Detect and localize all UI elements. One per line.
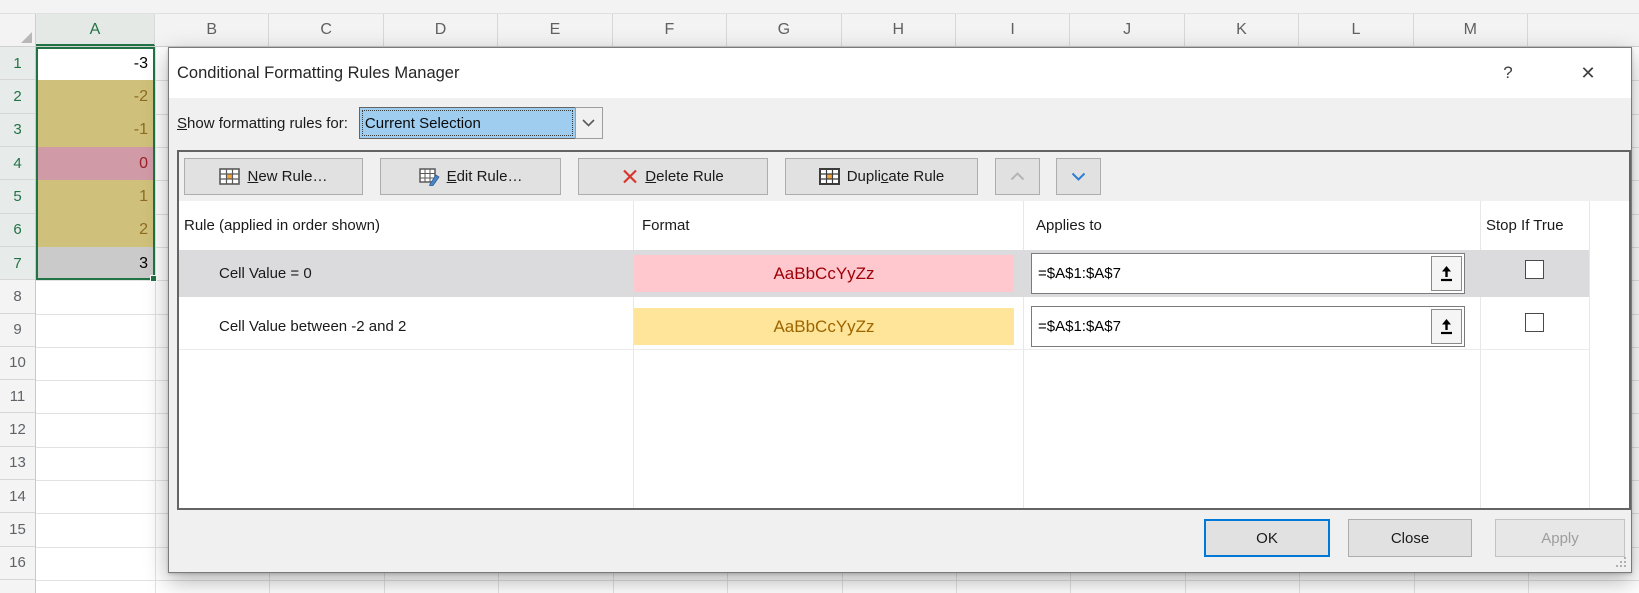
column-divider (1589, 201, 1590, 508)
close-button[interactable]: Close (1348, 519, 1472, 557)
rule-row[interactable]: Cell Value = 0 AaBbCcYyZz (179, 250, 1589, 297)
column-header-F[interactable]: F (613, 14, 727, 46)
stop-if-true-checkbox[interactable] (1525, 313, 1544, 332)
column-header-G[interactable]: G (727, 14, 841, 46)
rule-name: Cell Value = 0 (219, 250, 312, 297)
row-header-7[interactable]: 7 (0, 247, 35, 280)
edit-pencil-icon (419, 168, 440, 186)
applies-to-field (1031, 306, 1465, 347)
column-header-strip: ABCDEFGHIJKLM (0, 14, 1639, 47)
row-header-11[interactable]: 11 (0, 380, 35, 413)
row-header-8[interactable]: 8 (0, 280, 35, 313)
column-divider (1480, 201, 1481, 508)
column-header-H[interactable]: H (842, 14, 956, 46)
row-header-16[interactable]: 16 (0, 547, 35, 580)
row-header-14[interactable]: 14 (0, 480, 35, 513)
table-grid-icon (819, 168, 840, 185)
column-header-J[interactable]: J (1070, 14, 1184, 46)
column-header-A[interactable]: A (36, 14, 155, 46)
new-rule-label: New Rule… (247, 168, 327, 185)
excel-window: ABCDEFGHIJKLM 12345678910111213141516 -3… (0, 0, 1639, 593)
close-icon[interactable]: ✕ (1571, 48, 1605, 98)
dialog-title: Conditional Formatting Rules Manager (177, 48, 459, 98)
applies-to-field (1031, 253, 1465, 294)
new-rule-button[interactable]: New Rule… (184, 158, 363, 195)
column-header-B[interactable]: B (155, 14, 269, 46)
cf-rules-manager-dialog: Conditional Formatting Rules Manager ? ✕… (168, 47, 1632, 573)
column-header-L[interactable]: L (1299, 14, 1413, 46)
column-header-M[interactable]: M (1414, 14, 1528, 46)
ok-button[interactable]: OK (1204, 519, 1330, 557)
list-header-rule: Rule (applied in order shown) (184, 201, 380, 249)
scope-dropdown-button[interactable] (575, 107, 603, 139)
applies-to-input[interactable] (1032, 307, 1428, 346)
list-header-applies-to: Applies to (1036, 201, 1102, 249)
row-header-2[interactable]: 2 (0, 80, 35, 113)
select-all-triangle-icon (21, 32, 32, 43)
row-header-5[interactable]: 5 (0, 180, 35, 213)
scope-dropdown-value: Current Selection (361, 109, 574, 137)
row-header-13[interactable]: 13 (0, 447, 35, 480)
list-header-stop-if-true: Stop If True (1486, 201, 1564, 249)
column-divider (633, 201, 634, 508)
row-header-15[interactable]: 15 (0, 513, 35, 546)
range-picker-button[interactable] (1431, 309, 1462, 344)
applies-to-input[interactable] (1032, 254, 1428, 293)
chevron-up-icon (1010, 172, 1025, 181)
row-header-6[interactable]: 6 (0, 214, 35, 247)
dialog-titlebar[interactable]: Conditional Formatting Rules Manager ? ✕ (169, 48, 1631, 98)
edit-rule-label: Edit Rule… (447, 168, 523, 185)
apply-button[interactable]: Apply (1495, 519, 1625, 557)
column-header-D[interactable]: D (384, 14, 498, 46)
row-header-10[interactable]: 10 (0, 347, 35, 380)
row-header-3[interactable]: 3 (0, 114, 35, 147)
row-header-12[interactable]: 12 (0, 413, 35, 446)
column-header-I[interactable]: I (956, 14, 1070, 46)
move-down-button[interactable] (1056, 158, 1101, 195)
fill-handle[interactable] (150, 275, 157, 282)
delete-rule-label: Delete Rule (645, 168, 723, 185)
chevron-down-icon (1071, 172, 1086, 181)
scope-dropdown-field[interactable]: Current Selection (359, 107, 575, 139)
delete-rule-button[interactable]: Delete Rule (578, 158, 768, 195)
column-header-K[interactable]: K (1185, 14, 1299, 46)
scope-label: Show formatting rules for: (177, 115, 348, 132)
row-header-1[interactable]: 1 (0, 47, 35, 80)
rules-toolbar: New Rule… Edit Rule… Delete Rule Duplica… (179, 152, 1629, 201)
row-header-strip: 12345678910111213141516 (0, 47, 36, 593)
rule-row[interactable]: Cell Value between -2 and 2 AaBbCcYyZz (179, 303, 1589, 350)
duplicate-rule-button[interactable]: Duplicate Rule (785, 158, 978, 195)
list-header-format: Format (642, 201, 690, 249)
row-header-9[interactable]: 9 (0, 314, 35, 347)
rule-name: Cell Value between -2 and 2 (219, 303, 406, 350)
format-sample: AaBbCcYyZz (634, 255, 1014, 292)
collapse-dialog-icon (1439, 266, 1454, 282)
column-header-E[interactable]: E (498, 14, 612, 46)
duplicate-rule-label: Duplicate Rule (847, 168, 945, 185)
chevron-down-icon (582, 119, 595, 127)
selection-border (36, 47, 155, 280)
table-grid-icon (219, 168, 240, 185)
scope-dropdown[interactable]: Current Selection (359, 107, 603, 139)
delete-x-icon (622, 169, 638, 184)
stop-if-true-checkbox[interactable] (1525, 260, 1544, 279)
formula-bar-edge (0, 0, 1639, 14)
resize-grip[interactable] (1614, 555, 1627, 568)
grid-line (155, 47, 156, 593)
row-header-4[interactable]: 4 (0, 147, 35, 180)
help-button[interactable]: ? (1491, 48, 1525, 98)
column-header-C[interactable]: C (269, 14, 383, 46)
column-divider (1023, 201, 1024, 508)
scope-row: Show formatting rules for: Current Selec… (177, 107, 603, 139)
move-up-button[interactable] (995, 158, 1040, 195)
grid-line (36, 580, 1639, 581)
format-sample: AaBbCcYyZz (634, 308, 1014, 345)
range-picker-button[interactable] (1431, 256, 1462, 291)
rules-box: New Rule… Edit Rule… Delete Rule Duplica… (177, 150, 1631, 510)
select-all-corner[interactable] (0, 14, 36, 47)
edit-rule-button[interactable]: Edit Rule… (380, 158, 561, 195)
collapse-dialog-icon (1439, 319, 1454, 335)
